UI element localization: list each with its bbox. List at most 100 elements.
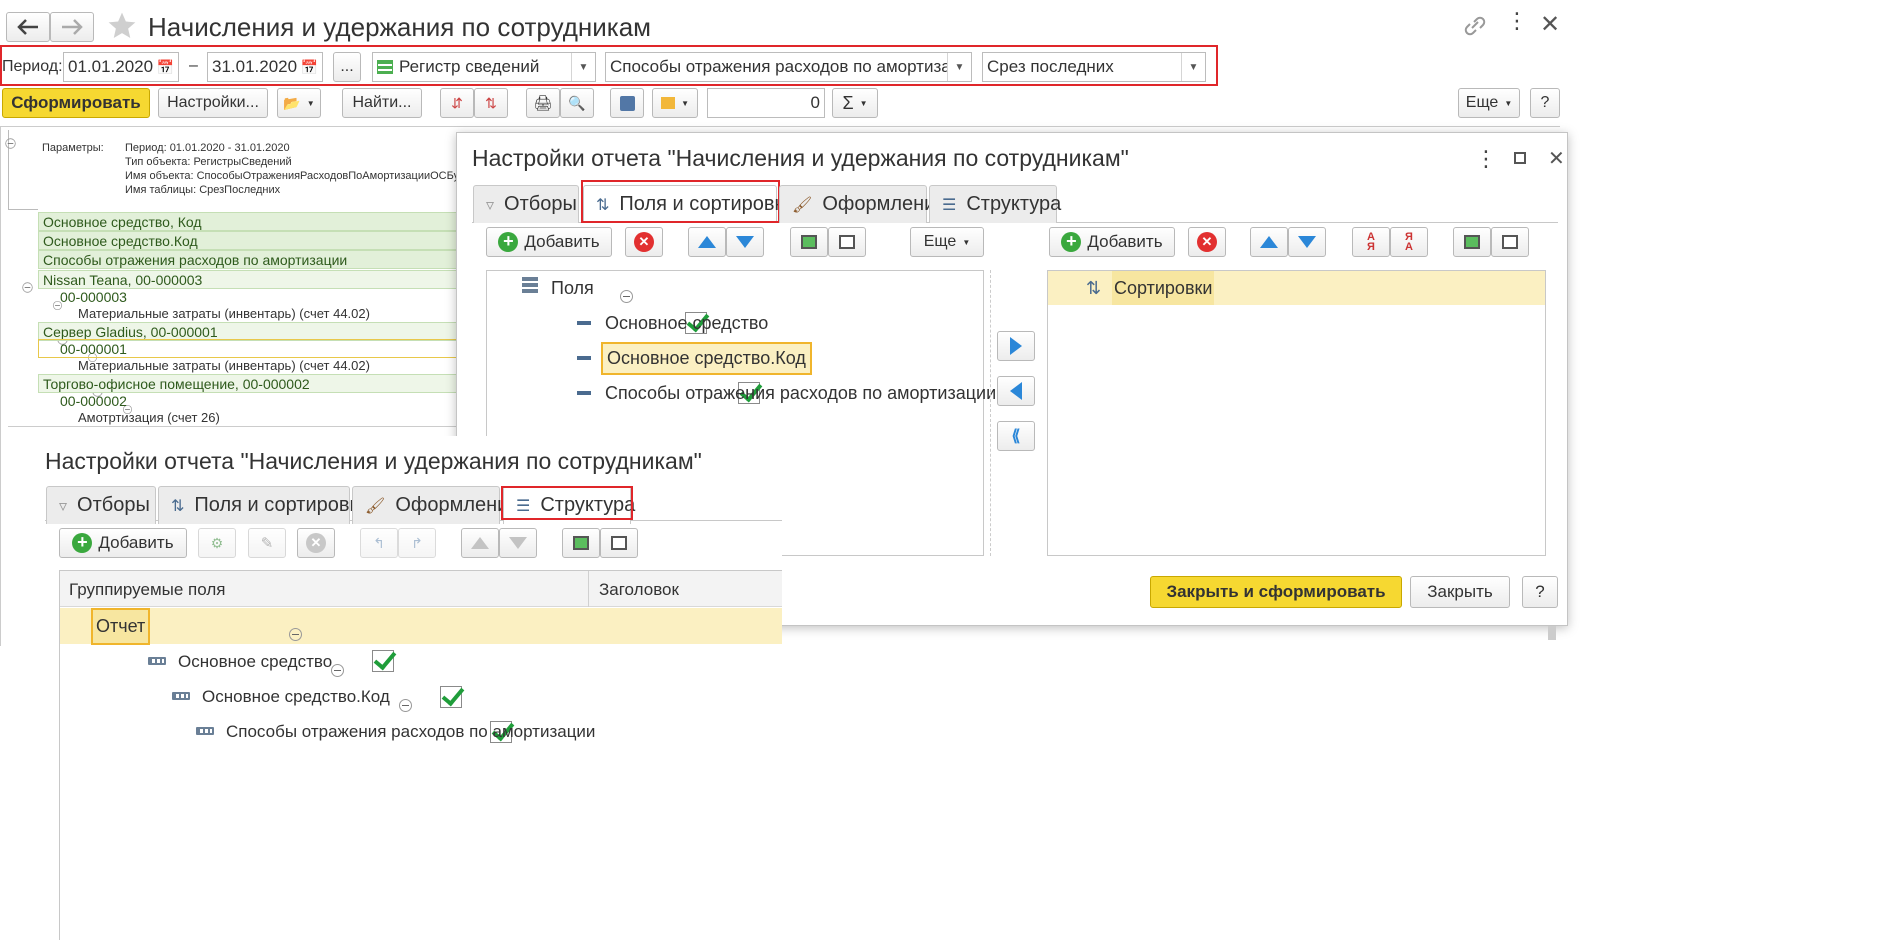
link-icon[interactable]: [1462, 14, 1488, 38]
chevron-down-icon[interactable]: ▼: [1181, 53, 1205, 81]
find-button[interactable]: Найти...: [342, 88, 422, 118]
sum-mode-button[interactable]: Σ ▼: [832, 88, 878, 118]
settings-button[interactable]: Настройки...: [158, 88, 268, 118]
sort-ascending-button[interactable]: AЯ: [1352, 227, 1390, 257]
column-header-title[interactable]: Заголовок: [599, 580, 679, 600]
date-from-input[interactable]: 01.01.2020 📅: [63, 52, 179, 82]
tab-appearance[interactable]: 🖌 Оформление: [779, 185, 946, 223]
structure-root-row[interactable]: [60, 608, 782, 644]
tab-filters[interactable]: ▿ Отборы: [473, 185, 579, 223]
grouping-item[interactable]: Способы отражения расходов по амортизаци…: [226, 722, 595, 742]
date-to-input[interactable]: 31.01.2020 📅: [207, 52, 323, 82]
check-all-button[interactable]: [1453, 227, 1491, 257]
move-level-down-button[interactable]: ↱: [398, 528, 436, 558]
grouping-item[interactable]: Основное средство: [178, 652, 332, 672]
field-item-selected[interactable]: Основное средство.Код: [601, 342, 812, 375]
more-button[interactable]: Еще ▼: [910, 227, 984, 257]
forward-button[interactable]: [50, 12, 94, 42]
add-grouping-button[interactable]: + Добавить: [59, 528, 187, 558]
check-all-button[interactable]: [562, 528, 600, 558]
print-button[interactable]: 🖨: [526, 88, 560, 118]
edit-button[interactable]: ✎: [248, 528, 286, 558]
table-name-select[interactable]: Срез последних ▼: [982, 52, 1206, 82]
generate-button[interactable]: Сформировать: [2, 88, 150, 118]
uncheck-all-button[interactable]: [1491, 227, 1529, 257]
source-type-select[interactable]: Регистр сведений ▼: [372, 52, 596, 82]
grouping-checkbox[interactable]: [371, 650, 394, 672]
close-icon[interactable]: ✕: [1540, 10, 1560, 39]
report-code-row[interactable]: 00-000003: [60, 289, 127, 305]
move-level-up-button[interactable]: ↰: [360, 528, 398, 558]
double-arrow-left-icon: ⟪: [1011, 428, 1021, 445]
report-detail-row[interactable]: Материальные затраты (инвентарь) (счет 4…: [78, 306, 370, 321]
chevron-down-icon: ▼: [681, 98, 689, 108]
param-line: Тип объекта: РегистрыСведений: [125, 156, 292, 168]
more-icon[interactable]: ⋮: [1475, 148, 1497, 170]
collapse-toggle[interactable]: [5, 138, 16, 149]
column-header-fields[interactable]: Группируемые поля: [69, 580, 225, 600]
field-item[interactable]: Способы отражения расходов по амортизаци…: [605, 383, 996, 404]
move-up-button[interactable]: [461, 528, 499, 558]
remove-all-sort-button[interactable]: ⟪: [997, 421, 1035, 451]
delete-sort-button[interactable]: ✕: [1188, 227, 1226, 257]
group-settings-button[interactable]: ⚙: [198, 528, 236, 558]
add-field-button[interactable]: + Добавить: [486, 227, 612, 257]
tab-fields-sorting[interactable]: ⇅ Поля и сортировки: [158, 486, 369, 524]
chevron-down-icon[interactable]: ▼: [571, 53, 595, 81]
grouping-item[interactable]: Основное средство.Код: [202, 687, 390, 707]
add-sort-button[interactable]: + Добавить: [1049, 227, 1175, 257]
funnel-icon: ▿: [486, 196, 495, 214]
calendar-icon[interactable]: 📅: [157, 59, 174, 76]
tab-appearance[interactable]: 🖌 Оформление: [352, 486, 519, 524]
field-item[interactable]: Основное средство: [605, 313, 768, 334]
check-all-button[interactable]: [790, 227, 828, 257]
delete-field-button[interactable]: ✕: [625, 227, 663, 257]
help-button[interactable]: ?: [1522, 576, 1558, 608]
close-icon[interactable]: ✕: [1548, 146, 1565, 171]
scrollbar[interactable]: [1548, 626, 1556, 640]
sort-list[interactable]: [1047, 270, 1546, 556]
remove-from-sort-button[interactable]: [997, 376, 1035, 406]
variants-button[interactable]: 📂 ▼: [277, 88, 321, 118]
report-code-row[interactable]: 00-000002: [60, 393, 127, 409]
uncheck-all-button[interactable]: [828, 227, 866, 257]
report-detail-row[interactable]: Амотртизация (счет 26): [78, 410, 220, 425]
back-button[interactable]: [6, 12, 50, 42]
close-and-generate-button[interactable]: Закрыть и сформировать: [1150, 576, 1402, 608]
collapse-groups-button[interactable]: ⇅: [474, 88, 508, 118]
add-to-sort-button[interactable]: [997, 331, 1035, 361]
delete-grouping-button[interactable]: ✕: [297, 528, 335, 558]
sort-move-down-button[interactable]: [1288, 227, 1326, 257]
close-button[interactable]: Закрыть: [1410, 576, 1510, 608]
more-button[interactable]: Еще ▼: [1458, 88, 1520, 118]
move-down-button[interactable]: [499, 528, 537, 558]
more-icon[interactable]: ⋮: [1506, 10, 1528, 32]
save-button[interactable]: [610, 88, 644, 118]
preview-button[interactable]: 🔍: [560, 88, 594, 118]
report-group-row[interactable]: Nissan Teana, 00-000003: [38, 270, 458, 289]
report-code-row[interactable]: 00-000001: [60, 341, 127, 357]
chevron-down-icon[interactable]: ▼: [947, 53, 971, 81]
tab-structure[interactable]: ☰ Структура: [929, 185, 1061, 223]
tab-filters[interactable]: ▿ Отборы: [46, 486, 156, 524]
expand-groups-button[interactable]: ⇵: [440, 88, 474, 118]
structure-root-label[interactable]: Отчет: [91, 608, 151, 645]
report-detail-row[interactable]: Материальные затраты (инвентарь) (счет 4…: [78, 358, 370, 373]
uncheck-all-button[interactable]: [600, 528, 638, 558]
object-name-select[interactable]: Способы отражения расходов по амортизаци…: [605, 52, 972, 82]
sum-field[interactable]: 0: [707, 88, 825, 118]
star-icon[interactable]: [106, 10, 138, 42]
sort-descending-button[interactable]: ЯA: [1390, 227, 1428, 257]
period-select-button[interactable]: ...: [333, 52, 361, 82]
help-button[interactable]: ?: [1530, 88, 1560, 118]
send-email-button[interactable]: ▼: [652, 88, 698, 118]
grouping-checkbox[interactable]: [439, 686, 462, 708]
move-down-button[interactable]: [726, 227, 764, 257]
report-group-row[interactable]: Торгово-офисное помещение, 00-000002: [38, 374, 458, 393]
chevron-down-icon: ▼: [962, 237, 971, 247]
move-up-button[interactable]: [688, 227, 726, 257]
sort-move-up-button[interactable]: [1250, 227, 1288, 257]
maximize-icon[interactable]: [1514, 152, 1526, 164]
collapse-toggle[interactable]: [288, 628, 302, 641]
calendar-icon[interactable]: 📅: [301, 59, 318, 76]
